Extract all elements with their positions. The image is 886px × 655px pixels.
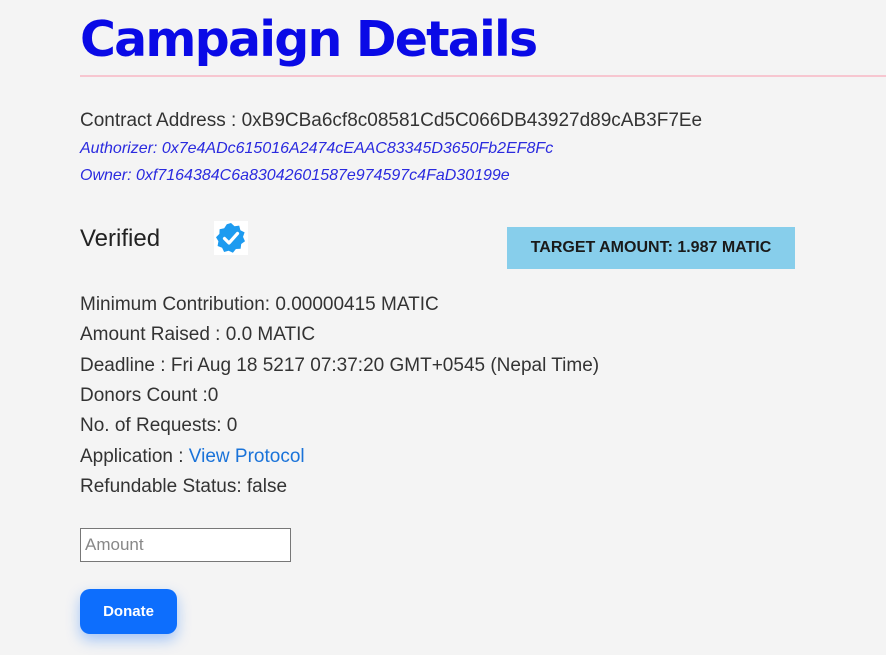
verified-label: Verified (80, 225, 161, 252)
amount-raised: Amount Raised : 0.0 MATIC (80, 324, 316, 345)
owner-value: 0xf7164384C6a83042601587e974597c4FaD3019… (136, 167, 510, 184)
donors-count: Donors Count :0 (80, 385, 219, 406)
title-divider (80, 75, 886, 77)
page-title: Campaign Details (80, 11, 538, 68)
owner-label: Owner: (80, 167, 137, 184)
application-label: Application : (80, 446, 189, 467)
donate-button[interactable]: Donate (80, 589, 177, 634)
view-protocol-link[interactable]: View Protocol (189, 446, 305, 467)
deadline: Deadline : Fri Aug 18 5217 07:37:20 GMT+… (80, 355, 600, 376)
authorizer-value: 0x7e4ADc615016A2474cEAAC83345D3650Fb2EF8… (161, 140, 554, 157)
contract-address: Contract Address : 0xB9CBa6cf8c08581Cd5C… (80, 110, 702, 132)
authorizer-address: Authorizer: 0x7e4ADc615016A2474cEAAC8334… (80, 140, 553, 158)
refundable-status: Refundable Status: false (80, 476, 288, 497)
campaign-details-page: Campaign Details Contract Address : 0xB9… (0, 0, 886, 655)
owner-address: Owner: 0xf7164384C6a83042601587e974597c4… (80, 167, 510, 185)
contract-address-label: Contract Address : (80, 110, 242, 131)
requests-count: No. of Requests: 0 (80, 415, 238, 436)
authorizer-label: Authorizer: (80, 140, 162, 157)
target-amount-badge: TARGET AMOUNT: 1.987 MATIC (507, 227, 795, 269)
application-row: Application : View Protocol (80, 446, 305, 468)
minimum-contribution: Minimum Contribution: 0.00000415 MATIC (80, 294, 439, 315)
verified-badge-icon (214, 221, 248, 255)
contract-address-value: 0xB9CBa6cf8c08581Cd5C066DB43927d89cAB3F7… (241, 110, 703, 131)
amount-input[interactable] (80, 528, 291, 562)
